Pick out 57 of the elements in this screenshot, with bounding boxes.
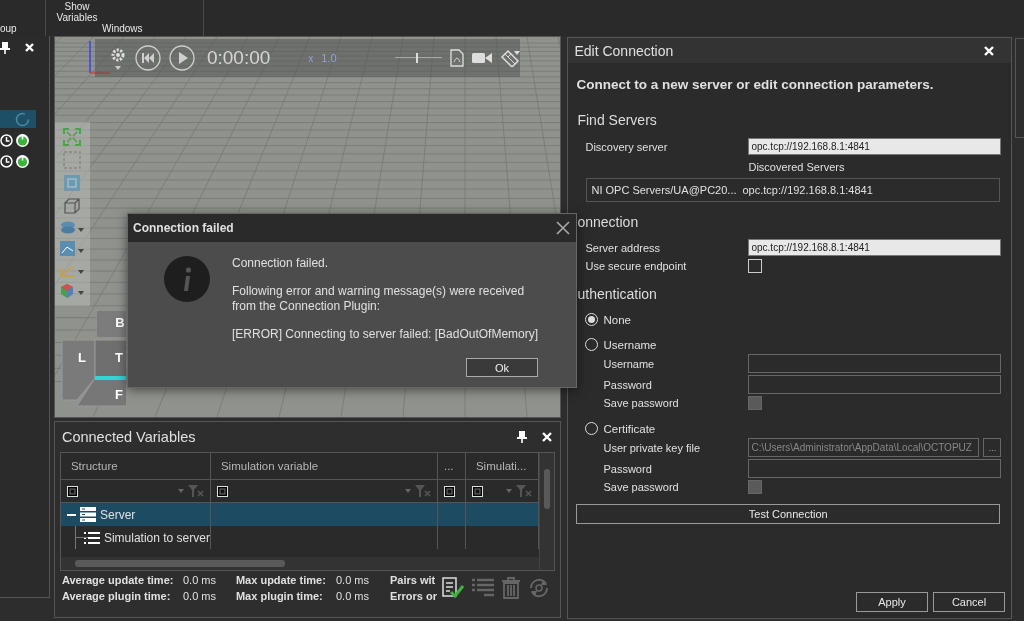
discovery-server-field[interactable]: opc.tcp://192.168.8.1:4841 <box>748 138 1002 155</box>
playback-time: 0:00:00 <box>206 47 271 69</box>
server-address-field[interactable]: opc.tcp://192.168.8.1:4841 <box>748 239 1002 256</box>
dialog-button[interactable]: Cancel <box>933 592 1005 612</box>
field-label: Discovered Servers <box>748 161 846 173</box>
field-label: Server address <box>585 241 662 254</box>
field-label: Username <box>602 357 656 370</box>
field-label: Password <box>602 462 653 475</box>
field-label: Discovery server <box>585 140 669 153</box>
panel-title: Edit Connection <box>574 42 674 59</box>
ribbon-button[interactable]: Show Variables <box>52 1 102 23</box>
field-label: Use secure endpoint <box>585 260 688 272</box>
section-heading: Find Servers <box>576 112 658 128</box>
test-connection-button[interactable]: Test Connection <box>576 504 1000 524</box>
ribbon-group-label: Windows <box>102 23 143 34</box>
dialog-message: Connection failed. <box>232 256 330 271</box>
radio-label[interactable]: None <box>603 313 631 326</box>
stat-label: Average update time: <box>61 574 175 586</box>
column-header[interactable]: Structure <box>60 453 211 480</box>
stat-value: 0.0 ms <box>182 590 217 602</box>
dialog-button[interactable]: Apply <box>856 592 928 612</box>
radio-label[interactable]: Certificate <box>603 422 656 435</box>
panel-subtitle: Connect to a new server or edit connection parameters. <box>575 76 935 92</box>
server-list-item[interactable]: NI OPC Servers/UA@PC20... opc.tcp://192.168.8.1:4841 <box>586 178 1000 202</box>
field-label: Save password <box>602 481 680 493</box>
cube-face-label[interactable]: T <box>115 350 123 365</box>
stat-label: Max plugin time: <box>235 590 324 602</box>
dialog-message: [ERROR] Connecting to server failed: [BadOutOfMemory] <box>232 327 540 342</box>
stat-value: 0.0 ms <box>182 574 217 586</box>
dialog-title: Connection failed <box>133 221 234 235</box>
tree-row[interactable]: Server <box>60 503 540 526</box>
field-label: Save password <box>602 397 680 409</box>
field-label: User private key file <box>602 441 702 454</box>
stat-label: Errors or <box>389 590 439 602</box>
cube-face-label[interactable]: B <box>115 315 125 330</box>
section-heading: uthentication <box>576 286 658 302</box>
column-header[interactable]: Simulati... <box>465 453 539 480</box>
stat-label: Max update time: <box>235 574 327 586</box>
column-header[interactable]: ... <box>437 453 466 480</box>
ok-button[interactable]: Ok <box>466 358 538 377</box>
stat-label: Pairs wit <box>389 574 437 586</box>
speed-prefix: x <box>308 52 314 64</box>
dialog-message: Following error and warning message(s) were received from the Connection Plugin: <box>232 284 526 314</box>
view-cube-drawing[interactable]: B L T F <box>56 308 126 408</box>
panel-title: Connected Variables <box>61 429 197 445</box>
cube-face-label[interactable]: F <box>115 387 123 402</box>
stat-value: 0.0 ms <box>335 574 370 586</box>
section-heading: onnection <box>576 214 640 230</box>
stat-value: 0.0 ms <box>335 590 370 602</box>
stat-label: Average plugin time: <box>61 590 172 602</box>
cube-face-label[interactable]: L <box>78 350 86 365</box>
tree-row[interactable]: Simulation to server <box>60 526 540 549</box>
column-header[interactable]: Simulation variable <box>210 453 438 480</box>
field-label: Password <box>602 378 653 391</box>
speed-value: 1.0 <box>321 52 337 64</box>
ribbon-group-label: oup <box>0 23 17 34</box>
radio-label[interactable]: Username <box>603 338 657 351</box>
